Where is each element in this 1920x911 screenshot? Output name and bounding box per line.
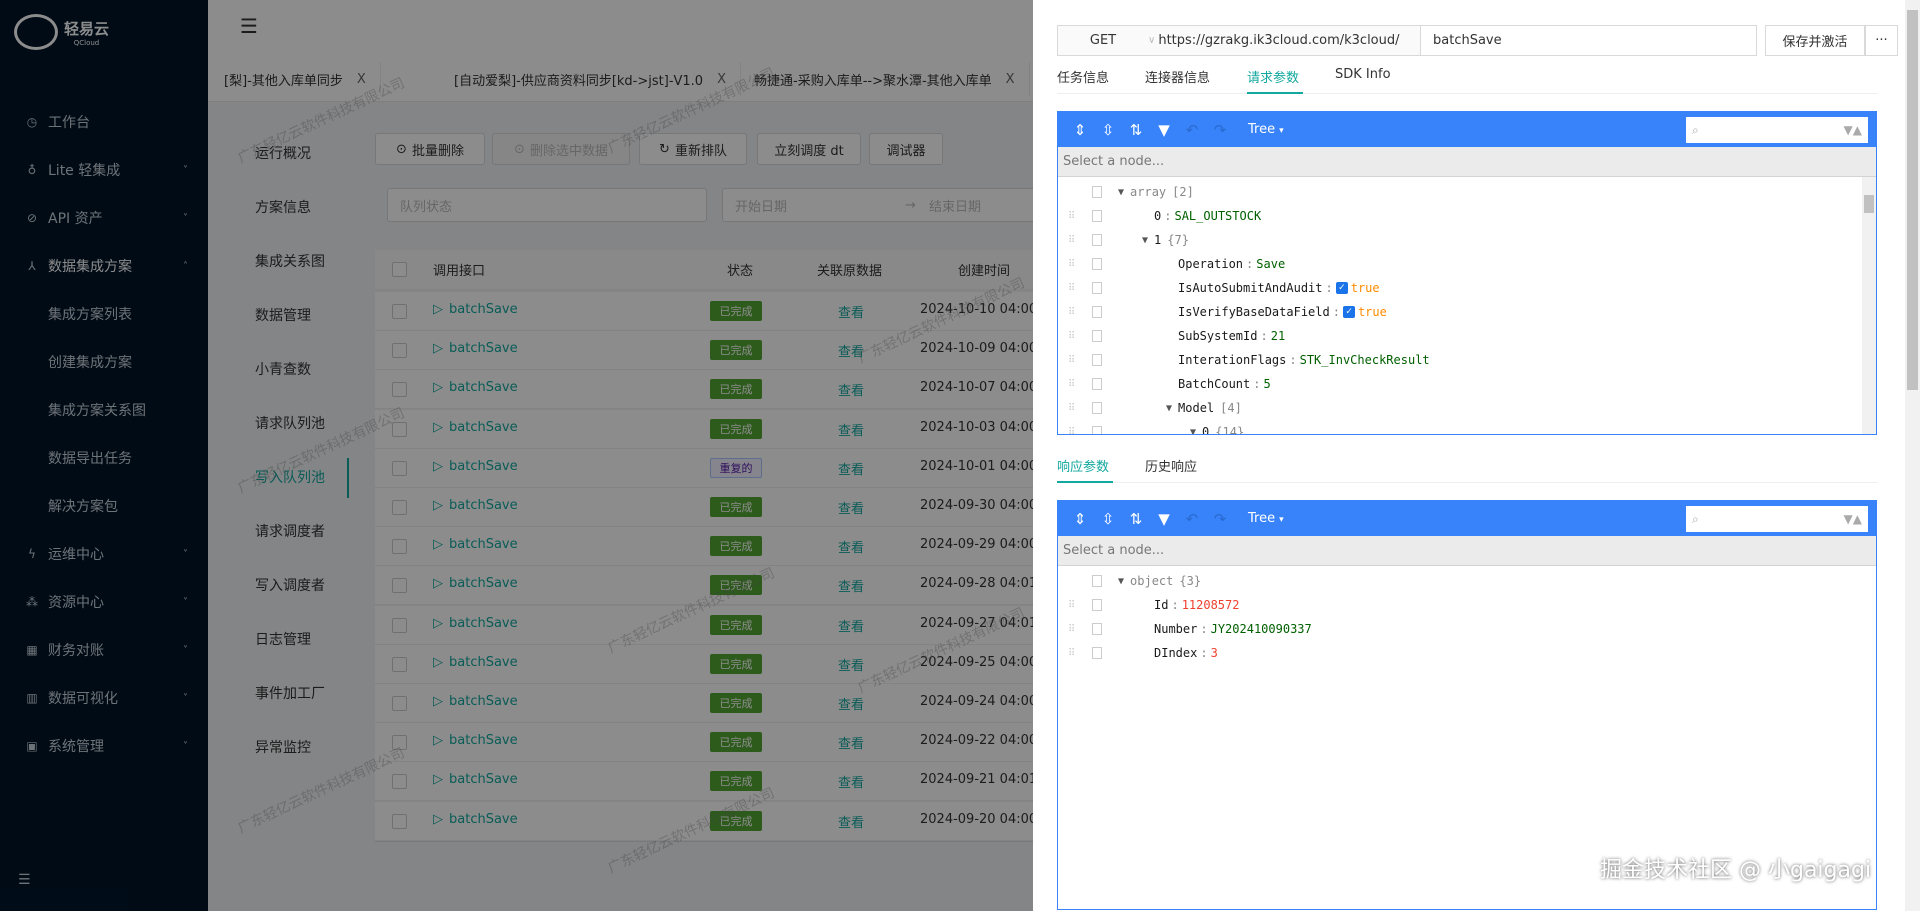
drag-handle-icon[interactable]: ⠿ [1068,259,1073,270]
node-menu-icon[interactable] [1092,599,1102,611]
drag-handle-icon[interactable]: ⠿ [1068,307,1073,318]
boolean-checkbox[interactable]: ✓ [1343,306,1355,318]
node-menu-icon[interactable] [1092,575,1102,587]
scrollbar-thumb[interactable] [1907,10,1918,390]
node-menu-icon[interactable] [1092,623,1102,635]
expand-all-icon[interactable]: ⇕ [1066,121,1094,139]
redo-icon[interactable]: ↷ [1206,121,1234,139]
expand-arrow-icon[interactable]: ▼ [1166,403,1172,414]
expand-arrow-icon[interactable]: ▼ [1190,427,1196,435]
node-navigation-bar: Select a node... [1058,536,1876,566]
request-url-bar: GET ∨https://gzrakg.ik3cloud.com/k3cloud… [1057,25,1757,56]
response-json-editor[interactable]: ⇕⇳⇅▼↶↷Tree▾⌕▼▲Select a node...▼object{3}… [1057,500,1877,910]
expand-arrow-icon[interactable]: ▼ [1142,235,1148,246]
node-menu-icon[interactable] [1092,234,1102,246]
url-input[interactable]: ∨https://gzrakg.ik3cloud.com/k3cloud/ [1148,26,1421,55]
drawer-mask[interactable] [0,0,1033,911]
drawer-scrollbar[interactable] [1905,0,1920,911]
sort-icon[interactable]: ⇅ [1122,510,1150,528]
node-menu-icon[interactable] [1092,354,1102,366]
node-menu-icon[interactable] [1092,647,1102,659]
filter-icon[interactable]: ▼ [1150,510,1178,528]
divider [1057,482,1877,483]
mode-select[interactable]: Tree▾ [1248,511,1284,526]
tab-connector-info[interactable]: 连接器信息 [1145,67,1210,86]
redo-icon[interactable]: ↷ [1206,510,1234,528]
node-navigation-bar: Select a node... [1058,147,1876,177]
collapse-all-icon[interactable]: ⇳ [1094,510,1122,528]
drag-handle-icon[interactable]: ⠿ [1068,427,1073,435]
node-menu-icon[interactable] [1092,402,1102,414]
footer-watermark: 掘金技术社区 @ 小gaigagi [1600,852,1871,884]
request-json-editor[interactable]: ⇕⇳⇅▼↶↷Tree▾⌕▼▲Select a node...▼array[2]⠿… [1057,111,1877,435]
editor-menu: ⇕⇳⇅▼↶↷ Tree▾ ⌕ ▼▲ [1058,501,1876,536]
expand-arrow-icon[interactable]: ▼ [1118,187,1124,198]
save-activate-button[interactable]: 保存并激活 [1765,25,1865,56]
boolean-checkbox[interactable]: ✓ [1336,282,1348,294]
drag-handle-icon[interactable]: ⠿ [1068,648,1073,659]
search-icon: ⌕ [1692,512,1699,527]
node-menu-icon[interactable] [1092,282,1102,294]
search-next-prev-icon[interactable]: ▼▲ [1844,123,1862,137]
tab-response-params[interactable]: 响应参数 [1057,456,1109,475]
node-menu-icon[interactable] [1092,306,1102,318]
drag-handle-icon[interactable]: ⠿ [1068,355,1073,366]
tree-body: ▼array[2]⠿0:SAL_OUTSTOCK⠿▼1{7}⠿Operation… [1058,177,1876,434]
operation-input[interactable]: batchSave [1421,33,1502,48]
undo-icon[interactable]: ↶ [1178,510,1206,528]
expand-arrow-icon[interactable]: ▼ [1118,576,1124,587]
method-select[interactable]: GET [1058,26,1148,55]
undo-icon[interactable]: ↶ [1178,121,1206,139]
mode-select[interactable]: Tree▾ [1248,122,1284,137]
tab-task-info[interactable]: 任务信息 [1057,67,1109,86]
active-tab-underline [1247,92,1303,94]
search-icon: ⌕ [1692,123,1699,138]
node-menu-icon[interactable] [1092,210,1102,222]
tab-history-response[interactable]: 历史响应 [1145,456,1197,475]
more-button[interactable]: ··· [1865,25,1898,56]
divider [1057,93,1877,94]
editor-menu: ⇕⇳⇅▼↶↷ Tree▾ ⌕ ▼▲ [1058,112,1876,147]
drag-handle-icon[interactable]: ⠿ [1068,211,1073,222]
active-tab-underline [1057,481,1113,483]
expand-all-icon[interactable]: ⇕ [1066,510,1094,528]
drag-handle-icon[interactable]: ⠿ [1068,331,1073,342]
drag-handle-icon[interactable]: ⠿ [1068,283,1073,294]
node-menu-icon[interactable] [1092,186,1102,198]
chevron-down-icon: ∨ [1148,35,1155,46]
tab-sdk-info[interactable]: SDK Info [1335,67,1391,82]
drag-handle-icon[interactable]: ⠿ [1068,600,1073,611]
collapse-all-icon[interactable]: ⇳ [1094,121,1122,139]
search-next-prev-icon[interactable]: ▼▲ [1844,512,1862,526]
node-menu-icon[interactable] [1092,378,1102,390]
sort-icon[interactable]: ⇅ [1122,121,1150,139]
tab-request-params[interactable]: 请求参数 [1247,67,1299,86]
drag-handle-icon[interactable]: ⠿ [1068,379,1073,390]
node-menu-icon[interactable] [1092,330,1102,342]
node-menu-icon[interactable] [1092,426,1102,434]
filter-icon[interactable]: ▼ [1150,121,1178,139]
editor-search-input[interactable]: ⌕ ▼▲ [1686,117,1868,143]
editor-scrollbar[interactable] [1862,177,1876,434]
editor-search-input[interactable]: ⌕ ▼▲ [1686,506,1868,532]
drag-handle-icon[interactable]: ⠿ [1068,624,1073,635]
drag-handle-icon[interactable]: ⠿ [1068,235,1073,246]
drag-handle-icon[interactable]: ⠿ [1068,403,1073,414]
node-menu-icon[interactable] [1092,258,1102,270]
